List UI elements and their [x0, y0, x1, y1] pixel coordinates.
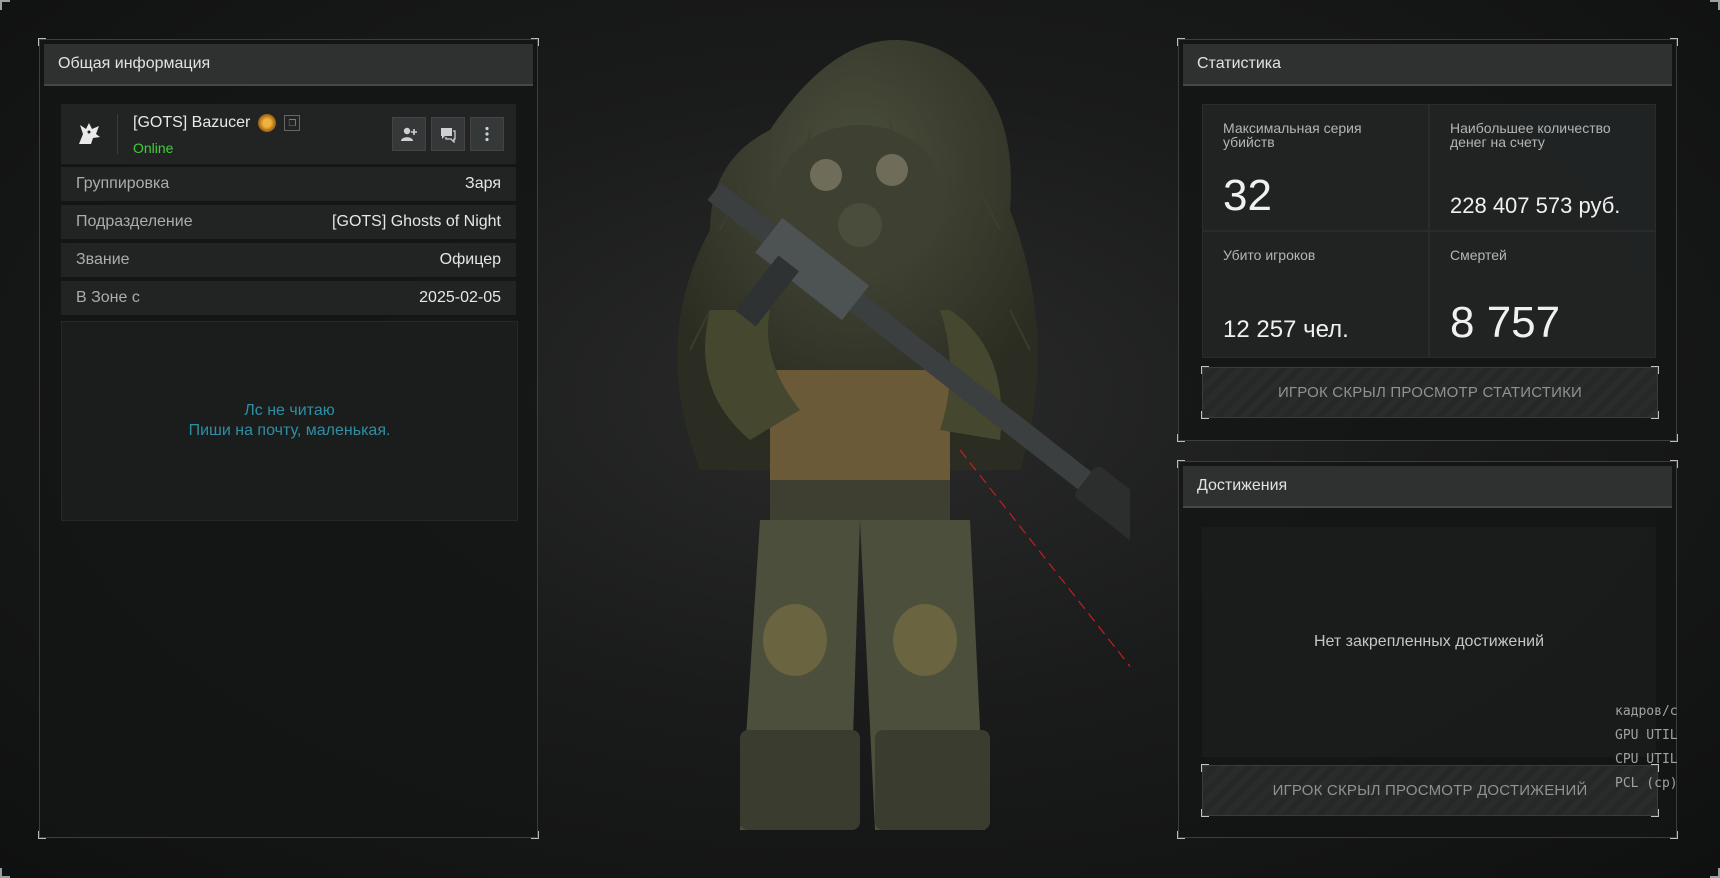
row-key: Подразделение [76, 213, 193, 230]
stat-value: 32 [1223, 171, 1272, 220]
row-value: 2025-02-05 [419, 289, 501, 306]
panel-corner [38, 831, 46, 839]
perf-line: GPU UTIL [1615, 728, 1678, 743]
frame-corner [0, 868, 10, 878]
bar-corner [1201, 764, 1209, 772]
info-row-rank: Звание Офицер [61, 243, 516, 279]
frame-corner [1710, 0, 1720, 10]
bar-corner [1201, 411, 1209, 419]
more-options-button[interactable] [470, 117, 504, 151]
hidden-text: ИГРОК СКРЫЛ ПРОСМОТР СТАТИСТИКИ [1277, 384, 1583, 401]
stat-max-kill-streak: Максимальная серия убийств 32 [1202, 104, 1429, 231]
stat-max-money: Наибольшее количество денег на счету 228… [1429, 104, 1656, 231]
stat-label: Наибольшее количество денег на счету [1450, 120, 1611, 150]
perf-line: PCL (cp) [1615, 776, 1678, 791]
panel-corner [531, 831, 539, 839]
add-friend-button[interactable] [392, 117, 426, 151]
bio-line: Лс не читаю [244, 402, 335, 419]
stat-value: 8 757 [1450, 298, 1561, 347]
achievements-hidden-notice: ИГРОК СКРЫЛ ПРОСМОТР ДОСТИЖЕНИЙ [1201, 764, 1659, 817]
panel-corner [1177, 831, 1185, 839]
info-row-faction: Группировка Заря [61, 167, 516, 203]
frame-corner [0, 0, 10, 10]
statistics-panel: Статистика Максимальная серия убийств 32… [1177, 38, 1678, 442]
player-bio: Лс не читаю Пиши на почту, маленькая. [61, 321, 518, 521]
stat-label: Смертей [1450, 247, 1507, 263]
row-key: В Зоне с [76, 289, 140, 306]
stat-value: 228 407 573 руб. [1450, 193, 1621, 218]
online-status: Online [133, 140, 174, 156]
add-friend-icon [401, 127, 417, 141]
badge-icon[interactable] [258, 114, 277, 132]
player-name-row: [GOTS] Bazucer ❐ [133, 114, 301, 132]
bar-corner [1201, 809, 1209, 817]
stats-hidden-notice: ИГРОК СКРЫЛ ПРОСМОТР СТАТИСТИКИ [1201, 366, 1659, 419]
bar-corner [1651, 411, 1659, 419]
bar-corner [1651, 809, 1659, 817]
player-card: [GOTS] Bazucer ❐ Online [61, 104, 516, 165]
panel-title: Достижения [1183, 466, 1672, 508]
more-icon [485, 126, 489, 142]
row-key: Группировка [76, 175, 170, 192]
player-actions [392, 117, 504, 151]
stat-label: Максимальная серия убийств [1223, 120, 1362, 150]
achievements-panel: Достижения Нет закрепленных достижений И… [1177, 460, 1678, 839]
chat-icon [441, 128, 456, 143]
bar-corner [1201, 366, 1209, 374]
row-value: Офицер [439, 251, 501, 268]
panel-title: Статистика [1183, 44, 1672, 86]
performance-overlay: кадров/с GPU UTIL CPU UTIL PCL (cp) [1615, 700, 1678, 796]
bio-line: Пиши на почту, маленькая. [188, 422, 391, 439]
copy-icon[interactable]: ❐ [284, 115, 301, 131]
row-key: Звание [76, 251, 130, 268]
hidden-text: ИГРОК СКРЫЛ ПРОСМОТР ДОСТИЖЕНИЙ [1272, 782, 1588, 799]
row-value: Заря [465, 175, 501, 192]
character-model [677, 40, 1130, 830]
frame-corner [1710, 868, 1720, 878]
panel-corner [1670, 831, 1678, 839]
general-info-panel: Общая информация [GOTS] Bazucer ❐ Online [38, 38, 539, 839]
wolf-logo-icon [71, 114, 118, 154]
message-button[interactable] [431, 117, 465, 151]
stat-label: Убито игроков [1223, 247, 1316, 263]
achievements-empty: Нет закрепленных достижений [1202, 527, 1656, 757]
stat-deaths: Смертей 8 757 [1429, 231, 1656, 358]
bar-corner [1651, 366, 1659, 374]
info-row-in-zone-since: В Зоне с 2025-02-05 [61, 281, 516, 317]
panel-corner [1670, 434, 1678, 442]
panel-corner [1177, 434, 1185, 442]
info-row-division: Подразделение [GOTS] Ghosts of Night [61, 205, 516, 241]
panel-title: Общая информация [44, 44, 533, 86]
player-name[interactable]: [GOTS] Bazucer [133, 114, 250, 132]
perf-line: кадров/с [1615, 704, 1678, 719]
row-value[interactable]: [GOTS] Ghosts of Night [332, 213, 501, 231]
empty-text: Нет закрепленных достижений [1313, 633, 1545, 650]
stat-players-killed: Убито игроков 12 257 чел. [1202, 231, 1429, 358]
perf-line: CPU UTIL [1615, 752, 1678, 767]
stat-value: 12 257 чел. [1223, 316, 1349, 343]
